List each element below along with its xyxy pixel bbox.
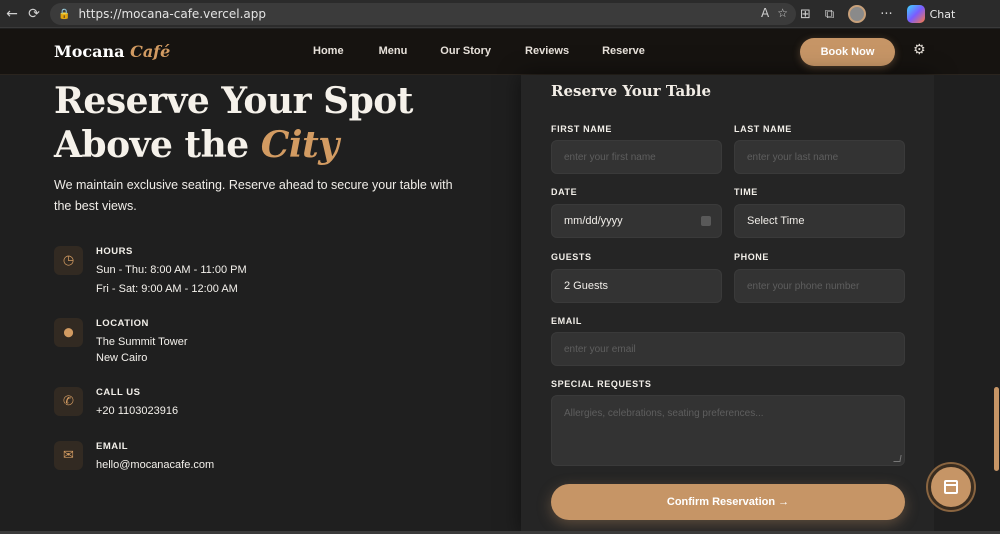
title-accent: City <box>260 124 339 166</box>
date-picker-icon[interactable] <box>701 216 711 226</box>
browser-toolbar: ← ⟳ 🔒 https://mocana-cafe.vercel.app A ☆… <box>0 0 1000 28</box>
collections-icon[interactable]: ⧉ <box>825 7 834 22</box>
last-name-label: LAST NAME <box>734 124 792 134</box>
envelope-icon: ✉ <box>54 441 83 470</box>
reservation-intro: Reserve Your Spot Above the City We main… <box>0 75 520 534</box>
title-line-1: Reserve Your Spot <box>54 80 413 122</box>
reservation-form: Reserve Your Table FIRST NAME enter your… <box>521 75 934 534</box>
logo-main: Mocana <box>54 42 125 61</box>
settings-gear-icon[interactable]: ⚙ <box>913 42 929 58</box>
email-title: EMAIL <box>96 441 129 452</box>
guests-select[interactable]: 2 Guests <box>551 269 722 303</box>
email-field[interactable]: enter your email <box>551 332 905 366</box>
scrollbar-thumb[interactable] <box>994 387 999 471</box>
special-requests-textarea[interactable]: Allergies, celebrations, seating prefere… <box>551 395 905 466</box>
first-name-label: FIRST NAME <box>551 124 612 134</box>
reload-icon[interactable]: ⟳ <box>22 2 46 26</box>
call-number[interactable]: +20 1103023916 <box>96 405 178 417</box>
time-label: TIME <box>734 187 758 197</box>
more-icon[interactable]: ··· <box>880 7 892 22</box>
hours-line-2: Fri - Sat: 9:00 AM - 12:00 AM <box>96 283 238 295</box>
url-text[interactable]: https://mocana-cafe.vercel.app <box>78 7 266 21</box>
address-bar[interactable]: 🔒 https://mocana-cafe.vercel.app A ☆ <box>50 3 796 25</box>
page-title: Reserve Your Spot Above the City <box>54 79 413 167</box>
email-label: EMAIL <box>551 316 582 326</box>
date-field[interactable]: mm/dd/yyyy <box>551 204 722 238</box>
intro-text: We maintain exclusive seating. Reserve a… <box>54 178 453 213</box>
hours-line-1: Sun - Thu: 8:00 AM - 11:00 PM <box>96 264 247 276</box>
clock-icon: ◷ <box>54 246 83 275</box>
logo[interactable]: Mocana Café <box>54 42 170 61</box>
profile-avatar[interactable] <box>848 5 867 23</box>
location-line-1: The Summit Tower <box>96 336 188 348</box>
special-requests-label: SPECIAL REQUESTS <box>551 379 652 389</box>
phone-icon: ✆ <box>54 387 83 416</box>
copilot-icon <box>906 5 925 23</box>
main-nav: Home Menu Our Story Reviews Reserve <box>313 45 645 57</box>
last-name-field[interactable]: enter your last name <box>734 140 905 174</box>
title-prefix: Above the <box>54 124 249 166</box>
phone-field[interactable]: enter your phone number <box>734 269 905 303</box>
date-label: DATE <box>551 187 578 197</box>
nav-our-story[interactable]: Our Story <box>440 45 491 57</box>
reserve-fab-button[interactable] <box>928 464 974 510</box>
first-name-field[interactable]: enter your first name <box>551 140 722 174</box>
location-pin-icon: ⬤ <box>54 318 83 347</box>
nav-menu[interactable]: Menu <box>379 45 408 57</box>
calendar-icon <box>944 480 958 494</box>
nav-reserve[interactable]: Reserve <box>602 45 645 57</box>
special-requests-placeholder: Allergies, celebrations, seating prefere… <box>564 408 764 419</box>
extensions-icon[interactable]: ⊞ <box>800 7 811 22</box>
date-value: mm/dd/yyyy <box>564 215 623 227</box>
nav-reviews[interactable]: Reviews <box>525 45 569 57</box>
hours-title: HOURS <box>96 246 133 257</box>
confirm-reservation-button[interactable]: Confirm Reservation → <box>551 484 905 520</box>
book-now-button[interactable]: Book Now <box>800 38 895 66</box>
logo-accent: Café <box>130 42 171 61</box>
email-address[interactable]: hello@mocanacafe.com <box>96 459 214 471</box>
read-aloud-icon[interactable]: A <box>761 6 769 20</box>
phone-label: PHONE <box>734 252 770 262</box>
lock-icon: 🔒 <box>58 8 71 20</box>
chat-label: Chat <box>929 7 956 21</box>
back-icon[interactable]: ← <box>0 2 24 26</box>
form-title: Reserve Your Table <box>551 82 711 100</box>
site-header: Mocana Café Home Menu Our Story Reviews … <box>0 29 1000 75</box>
favorite-icon[interactable]: ☆ <box>777 6 788 20</box>
time-select[interactable]: Select Time <box>734 204 905 238</box>
resize-handle-icon[interactable] <box>893 455 902 462</box>
location-line-2: New Cairo <box>96 352 148 364</box>
title-line-2: Above the City <box>54 123 413 167</box>
nav-home[interactable]: Home <box>313 45 344 57</box>
location-title: LOCATION <box>96 318 149 329</box>
chat-button[interactable]: Chat <box>906 5 956 23</box>
call-title: CALL US <box>96 387 141 398</box>
guests-label: GUESTS <box>551 252 592 262</box>
